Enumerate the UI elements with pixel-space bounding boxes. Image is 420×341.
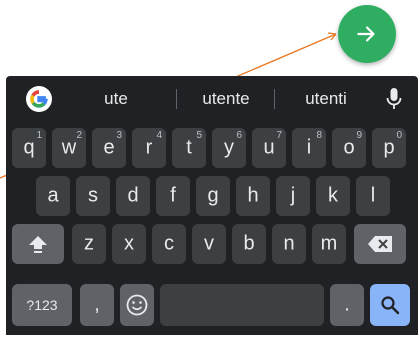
suggestion-divider <box>176 89 177 109</box>
suggestion-3[interactable]: utenti <box>286 76 366 122</box>
key-r[interactable]: 4r <box>132 128 166 168</box>
key-label: i <box>306 136 312 159</box>
microphone-icon[interactable] <box>386 88 402 110</box>
key-n[interactable]: n <box>272 224 306 264</box>
key-g[interactable]: g <box>196 176 230 216</box>
key-y[interactable]: 6y <box>212 128 246 168</box>
key-v[interactable]: v <box>192 224 226 264</box>
key-label: y <box>224 136 234 159</box>
key-label: r <box>145 136 153 159</box>
suggestion-1[interactable]: ute <box>76 76 156 122</box>
key-label: f <box>170 184 176 207</box>
key-label: a <box>47 184 59 207</box>
arrow-right-icon <box>357 26 375 42</box>
soft-keyboard: ute utente utenti 1q 2w 3e 4r 5t 6y 7u 8… <box>6 76 418 335</box>
key-z[interactable]: z <box>72 224 106 264</box>
key-i[interactable]: 8i <box>292 128 326 168</box>
key-label: g <box>207 184 219 207</box>
backspace-key[interactable] <box>354 224 406 264</box>
key-label: s <box>88 184 98 207</box>
key-label: v <box>204 232 214 255</box>
key-d[interactable]: d <box>116 176 150 216</box>
key-label: , <box>94 293 100 316</box>
key-label: d <box>127 184 139 207</box>
key-o[interactable]: 9o <box>332 128 366 168</box>
key-label: j <box>290 184 296 207</box>
key-m[interactable]: m <box>312 224 346 264</box>
key-label: t <box>186 136 192 159</box>
key-label: e <box>103 136 115 159</box>
key-q[interactable]: 1q <box>12 128 46 168</box>
key-x[interactable]: x <box>112 224 146 264</box>
smiley-icon <box>126 294 148 316</box>
key-label: k <box>328 184 338 207</box>
key-j[interactable]: j <box>276 176 310 216</box>
key-label: b <box>243 232 255 255</box>
key-c[interactable]: c <box>152 224 186 264</box>
key-label: x <box>124 232 134 255</box>
space-key[interactable] <box>160 284 324 326</box>
suggestion-2[interactable]: utente <box>181 76 271 122</box>
suggestion-bar: ute utente utenti <box>6 76 418 122</box>
shift-key[interactable] <box>12 224 64 264</box>
key-label: h <box>247 184 259 207</box>
key-label: p <box>383 136 395 159</box>
comma-key[interactable]: , <box>80 284 114 326</box>
key-w[interactable]: 2w <box>52 128 86 168</box>
search-key[interactable] <box>370 284 410 326</box>
key-a[interactable]: a <box>36 176 70 216</box>
suggestion-divider <box>274 89 275 109</box>
period-key[interactable]: . <box>330 284 364 326</box>
key-label: m <box>320 232 338 255</box>
key-h[interactable]: h <box>236 176 270 216</box>
next-fab-button[interactable] <box>338 5 396 63</box>
key-s[interactable]: s <box>76 176 110 216</box>
key-u[interactable]: 7u <box>252 128 286 168</box>
key-label: l <box>370 184 376 207</box>
key-label: u <box>263 136 275 159</box>
key-p[interactable]: 0p <box>372 128 406 168</box>
key-label: c <box>164 232 174 255</box>
key-t[interactable]: 5t <box>172 128 206 168</box>
key-label: n <box>283 232 295 255</box>
key-f[interactable]: f <box>156 176 190 216</box>
key-label: z <box>84 232 94 255</box>
key-label: q <box>23 136 35 159</box>
key-l[interactable]: l <box>356 176 390 216</box>
key-label: . <box>344 293 350 316</box>
key-k[interactable]: k <box>316 176 350 216</box>
key-label: o <box>343 136 355 159</box>
key-e[interactable]: 3e <box>92 128 126 168</box>
search-icon <box>381 296 400 315</box>
symbols-key[interactable]: ?123 <box>12 284 72 326</box>
backspace-icon <box>368 236 392 252</box>
key-label: w <box>61 136 77 159</box>
key-b[interactable]: b <box>232 224 266 264</box>
key-label: ?123 <box>26 297 58 313</box>
shift-arrow-icon <box>29 236 47 253</box>
emoji-key[interactable] <box>120 284 154 326</box>
google-logo-icon[interactable] <box>26 86 52 112</box>
